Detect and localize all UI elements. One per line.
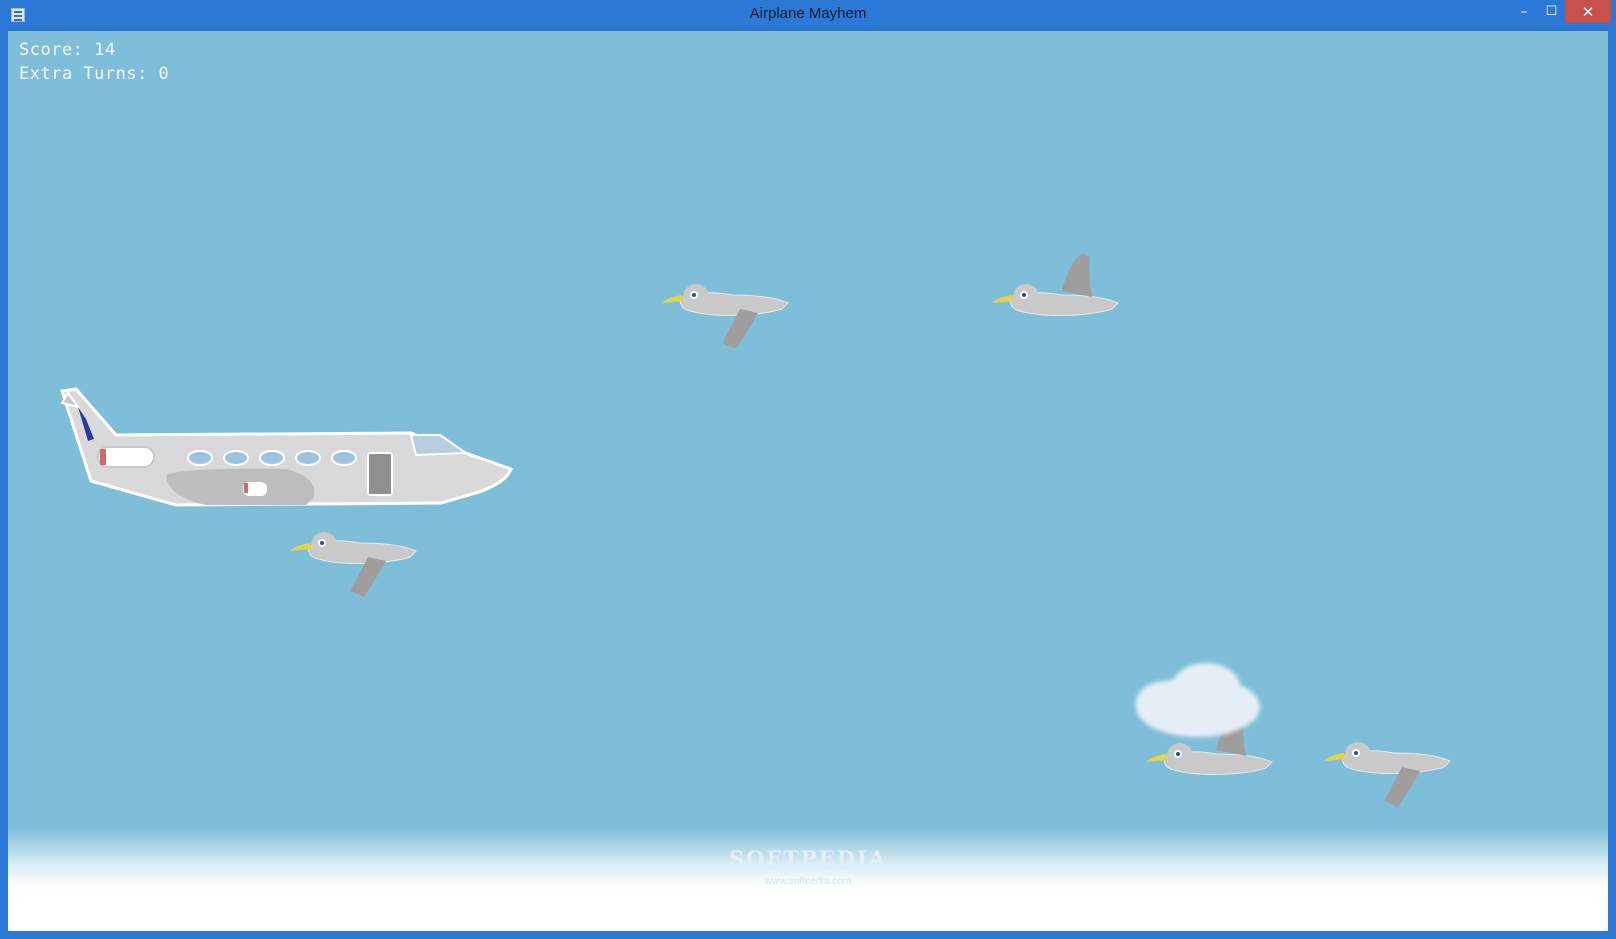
maximize-button[interactable]: ☐ (1538, 0, 1565, 23)
watermark-url: www.softpedia.com (764, 876, 852, 887)
close-icon: ✕ (1581, 2, 1595, 21)
title-bar[interactable]: Airplane Mayhem – ☐ ✕ (0, 0, 1616, 31)
bird-sprite (662, 284, 789, 349)
game-canvas[interactable]: Score: 14 Extra Turns: 0 SOFTPEDIA www.s… (8, 31, 1608, 931)
score-display: Score: 14 (19, 40, 116, 60)
minimize-button[interactable]: – (1510, 0, 1538, 23)
watermark-logo: SOFTPEDIA (728, 846, 888, 871)
extra-turns-display: Extra Turns: 0 (19, 64, 170, 84)
maximize-icon: ☐ (1545, 4, 1558, 19)
airplane-sprite (60, 387, 513, 507)
bird-sprite (992, 253, 1119, 316)
game-window: Airplane Mayhem – ☐ ✕ Score: 14 Extra Tu… (0, 0, 1616, 939)
bird-sprite (290, 532, 417, 597)
cloud-sprite (1136, 663, 1260, 737)
bird-sprite (1324, 742, 1451, 807)
window-title: Airplane Mayhem (749, 5, 867, 22)
close-button[interactable]: ✕ (1565, 0, 1611, 23)
minimize-icon: – (1520, 3, 1528, 20)
